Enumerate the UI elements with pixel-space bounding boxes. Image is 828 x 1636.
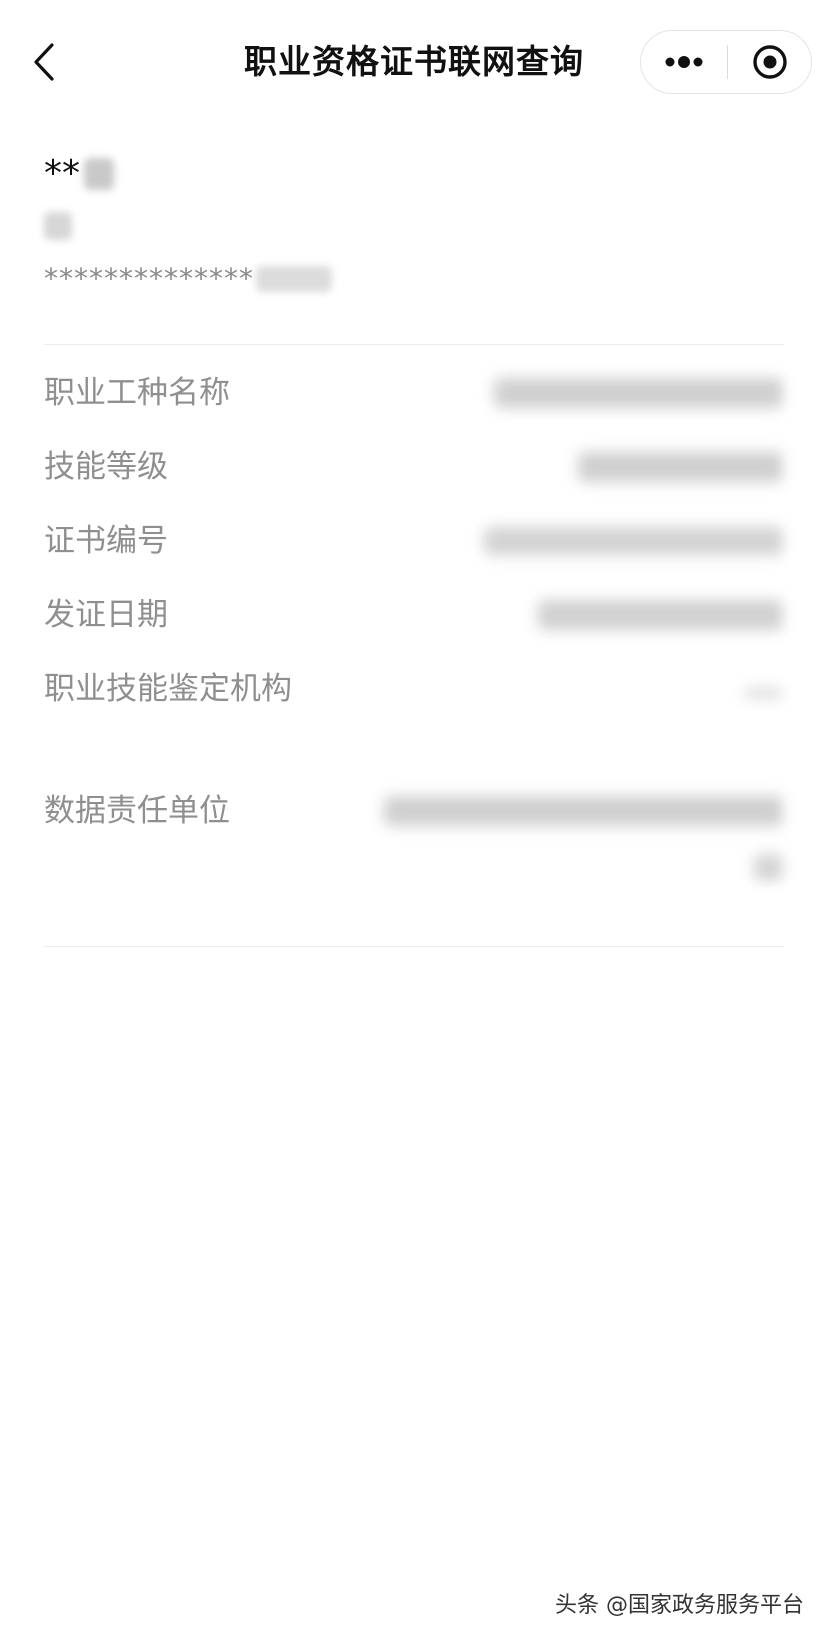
mini-program-capsule: [640, 30, 812, 94]
field-row-certificate-number: 证书编号: [44, 518, 784, 564]
target-circle-icon: [753, 45, 787, 79]
field-row-appraisal-agency: 职业技能鉴定机构: [44, 666, 784, 760]
field-label: 职业技能鉴定机构: [44, 671, 292, 707]
chevron-left-icon: [34, 43, 54, 81]
holder-gender-redacted: [44, 212, 72, 240]
three-dots-icon: [665, 56, 703, 68]
field-value: [364, 444, 784, 496]
field-value: [364, 370, 784, 422]
holder-name-redacted: [84, 158, 114, 190]
divider: [44, 946, 784, 947]
field-label: 数据责任单位: [44, 793, 230, 829]
field-label: 发证日期: [44, 597, 168, 633]
field-value: [364, 666, 784, 712]
field-row-skill-level: 技能等级: [44, 444, 784, 490]
field-label: 技能等级: [44, 449, 168, 485]
holder-gender-row: [44, 206, 72, 246]
field-value: [364, 518, 784, 569]
field-value: [364, 592, 784, 644]
divider: [44, 344, 784, 345]
source-watermark: 头条 @国家政务服务平台: [555, 1593, 804, 1618]
field-value: [364, 788, 784, 882]
holder-name: **: [44, 153, 80, 194]
holder-id-row: **************: [44, 258, 332, 300]
field-row-occupation: 职业工种名称: [44, 370, 784, 416]
back-button[interactable]: [22, 34, 66, 90]
close-mini-program-button[interactable]: [728, 31, 812, 93]
holder-id-number: **************: [44, 262, 254, 295]
field-row-data-responsible-unit: 数据责任单位: [44, 788, 784, 882]
holder-name-row: **: [44, 152, 114, 196]
nav-bar: 职业资格证书联网查询: [0, 0, 828, 124]
holder-id-redacted: [256, 266, 332, 292]
more-button[interactable]: [641, 31, 727, 93]
field-label: 职业工种名称: [44, 375, 230, 411]
field-label: 证书编号: [44, 523, 168, 559]
field-row-issue-date: 发证日期: [44, 592, 784, 638]
page-title: 职业资格证书联网查询: [244, 42, 584, 81]
